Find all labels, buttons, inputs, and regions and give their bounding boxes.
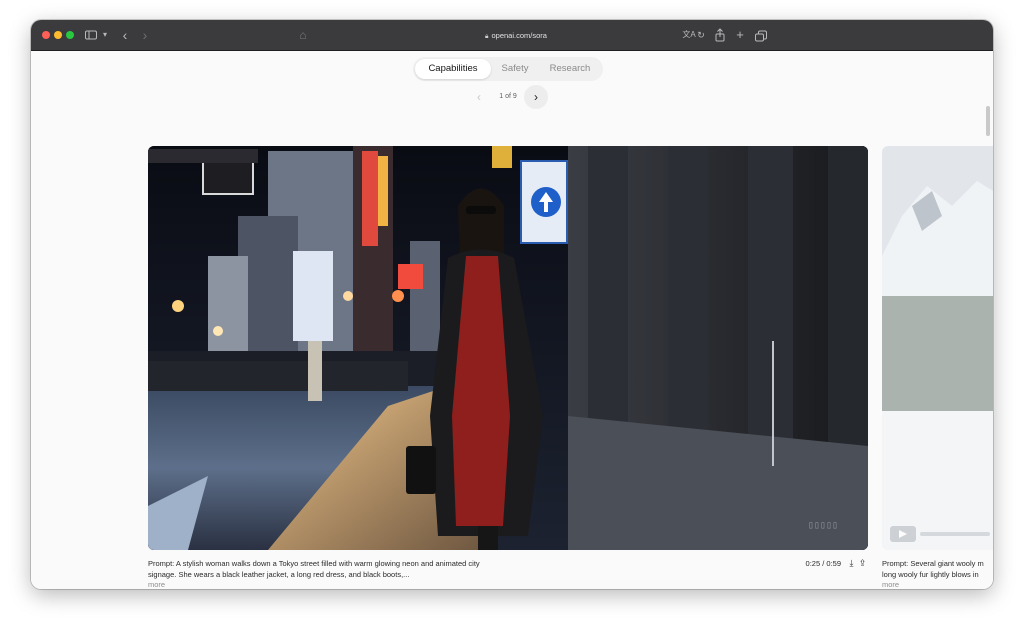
forward-icon[interactable]: › (139, 26, 151, 44)
lock-icon: 🔒︎ (485, 33, 489, 40)
new-tab-icon[interactable]: + (734, 26, 746, 44)
url-label: openai.com/sora (491, 31, 547, 40)
back-icon[interactable]: ‹ (119, 26, 131, 44)
tab-safety[interactable]: Safety (493, 59, 537, 79)
next-caption-line-2: long wooly fur lightly blows in (882, 570, 979, 579)
close-window-button[interactable] (42, 31, 50, 39)
share-video-icon[interactable]: ⇪ (858, 558, 867, 569)
tab-research[interactable]: Research (539, 59, 601, 79)
browser-window: ▾ ‹ › ⌂ 🔒︎ openai.com/sora 文A ↻ + Capabil… (31, 20, 993, 589)
minimize-window-button[interactable] (54, 31, 62, 39)
address-bar[interactable]: 🔒︎ openai.com/sora (321, 26, 711, 45)
previous-icon[interactable]: ‹ (471, 86, 487, 108)
title-bar: ▾ ‹ › ⌂ 🔒︎ openai.com/sora 文A ↻ + (31, 20, 993, 51)
more-link[interactable]: more (148, 580, 165, 589)
download-icon[interactable]: ⤓ (847, 558, 856, 569)
address-text[interactable]: 🔒︎ openai.com/sora (321, 26, 711, 46)
page-content: Capabilities Safety Research ‹ 1 of 9 › (31, 51, 993, 589)
svg-text:▯▯▯▯▯: ▯▯▯▯▯ (808, 521, 838, 532)
translate-icon[interactable]: 文A (682, 26, 696, 44)
next-icon[interactable]: › (524, 85, 548, 109)
sidebar-icon[interactable] (85, 26, 97, 44)
share-icon[interactable] (714, 26, 726, 44)
home-icon[interactable]: ⌂ (296, 26, 310, 44)
next-video-illustration (882, 146, 993, 550)
video-time: 0:25 / 0:59 (805, 559, 841, 568)
video-frame-illustration: ▯▯▯▯▯ (148, 146, 868, 550)
zoom-window-button[interactable] (66, 31, 74, 39)
section-tabs: Capabilities Safety Research (413, 57, 603, 81)
pager-count: 1 of 9 (499, 93, 517, 100)
next-video[interactable] (882, 146, 993, 550)
chevron-down-icon[interactable]: ▾ (101, 26, 109, 44)
reload-icon[interactable]: ↻ (696, 26, 706, 44)
tab-capabilities[interactable]: Capabilities (415, 59, 491, 79)
tab-overview-icon[interactable] (755, 26, 767, 44)
main-video[interactable]: ▯▯▯▯▯ (148, 146, 868, 550)
next-more-link[interactable]: more (882, 580, 899, 589)
scrollbar[interactable] (986, 106, 990, 136)
next-video-caption: Prompt: Several giant wooly m long wooly… (882, 558, 993, 580)
video-caption: Prompt: A stylish woman walks down a Tok… (148, 559, 480, 579)
next-caption-line-1: Prompt: Several giant wooly m (882, 559, 984, 568)
